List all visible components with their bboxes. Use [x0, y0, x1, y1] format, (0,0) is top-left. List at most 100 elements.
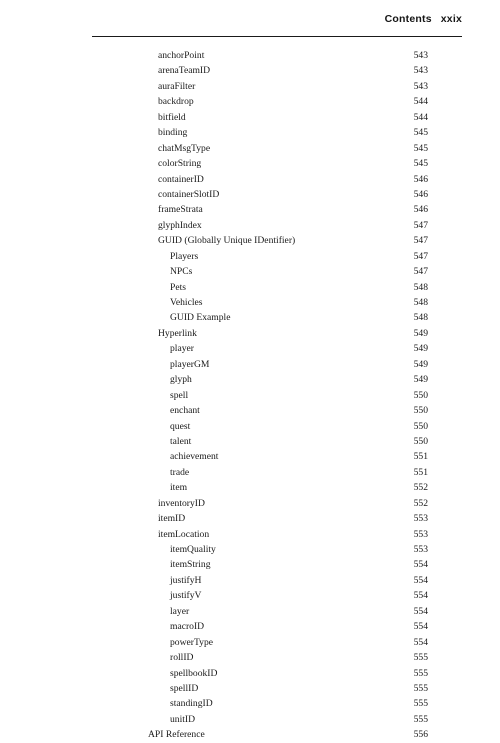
toc-entry-page-number: 555 [413, 682, 428, 694]
toc-entry-page-number: 544 [413, 96, 428, 108]
toc-entry[interactable]: quest 550 [0, 419, 500, 434]
toc-entry-page-number: 552 [413, 497, 428, 509]
toc-entry-title: playerGM [170, 358, 210, 370]
toc-entry[interactable]: Pets 548 [0, 280, 500, 295]
toc-entry-title: Pets [170, 281, 186, 293]
toc-entry[interactable]: standingID 555 [0, 696, 500, 711]
toc-entry-page-number: 554 [413, 574, 428, 586]
toc-entry-title: standingID [170, 698, 213, 710]
toc-entry-title: auraFilter [158, 80, 196, 92]
toc-entry[interactable]: Players 547 [0, 249, 500, 264]
toc-entry-page-number: 555 [413, 667, 428, 679]
toc-entry-page-number: 543 [413, 50, 428, 61]
toc-entry-title: layer [170, 605, 190, 617]
toc-entry[interactable]: Hyperlink 549 [0, 326, 500, 341]
toc-entry[interactable]: powerType 554 [0, 635, 500, 650]
toc-entry[interactable]: glyph 549 [0, 372, 500, 387]
toc-entry-page-number: 553 [413, 528, 428, 540]
toc-entry[interactable]: binding 545 [0, 125, 500, 140]
toc-entry-page-number: 552 [413, 482, 428, 494]
toc-entry-page-number: 549 [413, 327, 428, 339]
toc-entry[interactable]: macroID 554 [0, 619, 500, 634]
toc-entry-title: backdrop [158, 96, 194, 108]
toc-entry-page-number: 551 [413, 451, 428, 463]
toc-entry-page-number: 551 [413, 466, 428, 478]
toc-entry-title: Hyperlink [158, 327, 197, 339]
toc-entry[interactable]: achievement 551 [0, 449, 500, 464]
toc-entry[interactable]: item 552 [0, 480, 500, 495]
toc-entry[interactable]: trade 551 [0, 465, 500, 480]
toc-entry[interactable]: arenaTeamID 543 [0, 63, 500, 78]
toc-entry-title: spellbookID [170, 667, 218, 679]
running-head-label: Contents [384, 13, 432, 25]
toc-entry[interactable]: chatMsgType 545 [0, 141, 500, 156]
toc-entry-page-number: 548 [413, 281, 428, 293]
toc-entry[interactable]: player 549 [0, 341, 500, 356]
toc-entry-title: bitfield [158, 111, 186, 123]
toc-entry-page-number: 550 [413, 435, 428, 447]
toc-entry[interactable]: justifyH 554 [0, 573, 500, 588]
toc-entry-title: powerType [170, 636, 214, 648]
toc-entry[interactable]: Vehicles 548 [0, 295, 500, 310]
toc-entry-title: player [170, 343, 194, 355]
toc-entry[interactable]: enchant 550 [0, 403, 500, 418]
toc-entry-page-number: 554 [413, 636, 428, 648]
header-rule [92, 36, 462, 38]
toc-entry-title: Vehicles [170, 297, 203, 308]
toc-entry-page-number: 547 [413, 250, 428, 262]
toc-entry-title: itemString [170, 559, 211, 571]
toc-entry[interactable]: bitfield 544 [0, 110, 500, 125]
toc-entry[interactable]: itemString 554 [0, 557, 500, 572]
toc-entry[interactable]: inventoryID 552 [0, 496, 500, 511]
toc-entry-page-number: 549 [413, 358, 428, 370]
toc-entry[interactable]: NPCs 547 [0, 264, 500, 279]
toc-entry[interactable]: spell 550 [0, 388, 500, 403]
toc-entry[interactable]: itemQuality 553 [0, 542, 500, 557]
toc-entry-page-number: 555 [413, 698, 428, 710]
toc-entry-page-number: 545 [413, 158, 428, 170]
toc-entry-title: binding [158, 127, 188, 139]
toc-entry[interactable]: talent 550 [0, 434, 500, 449]
toc-entry[interactable]: spellID 555 [0, 681, 500, 696]
toc-entry[interactable]: containerSlotID 546 [0, 187, 500, 202]
toc-entry-title: itemID [158, 513, 186, 525]
toc-entry[interactable]: GUID (Globally Unique IDentifier) 547 [0, 233, 500, 248]
toc-entry-title: talent [170, 435, 192, 447]
toc-entry[interactable]: spellbookID 555 [0, 666, 500, 681]
toc-entry-title: NPCs [170, 266, 193, 278]
toc-entry-page-number: 545 [413, 127, 428, 139]
toc-entry-title: achievement [170, 451, 219, 463]
toc-entry[interactable]: itemID 553 [0, 511, 500, 526]
toc-entry-title: API Reference [148, 729, 205, 741]
toc-entry-title: inventoryID [158, 497, 205, 509]
toc-entry-title: Players [170, 250, 199, 262]
toc-entry[interactable]: glyphIndex 547 [0, 218, 500, 233]
toc-entry[interactable]: API Reference 556 [0, 727, 500, 742]
toc-entry[interactable]: containerID 546 [0, 172, 500, 187]
toc-entry[interactable]: auraFilter 543 [0, 79, 500, 94]
toc-entry-title: GUID Example [170, 312, 231, 324]
toc-entry-page-number: 550 [413, 405, 428, 417]
toc-entry[interactable]: itemLocation 553 [0, 527, 500, 542]
toc-entry-page-number: 544 [413, 111, 428, 123]
toc-entry-title: containerID [158, 173, 204, 185]
toc-entry-page-number: 549 [413, 374, 428, 386]
toc-entry[interactable]: rollID 555 [0, 650, 500, 665]
toc-entry[interactable]: playerGM 549 [0, 357, 500, 372]
toc-entry-page-number: 554 [413, 621, 428, 633]
toc-entry[interactable]: GUID Example 548 [0, 310, 500, 325]
toc-entry-page-number: 556 [413, 729, 428, 741]
toc-entry[interactable]: layer 554 [0, 604, 500, 619]
toc-entry[interactable]: unitID 555 [0, 712, 500, 727]
toc-entry[interactable]: justifyV 554 [0, 588, 500, 603]
toc-entry-page-number: 547 [413, 266, 428, 278]
toc-entry-page-number: 543 [413, 80, 428, 92]
toc-entry-title: spell [170, 389, 189, 401]
toc-entry[interactable]: anchorPoint 543 [0, 48, 500, 63]
toc-entry[interactable]: backdrop 544 [0, 94, 500, 109]
toc-entry[interactable]: frameStrata 546 [0, 202, 500, 217]
toc-entry-title: frameStrata [158, 204, 203, 216]
toc-entry[interactable]: colorString 545 [0, 156, 500, 171]
toc-entry-title: itemQuality [170, 544, 216, 555]
toc-entry-page-number: 546 [413, 204, 428, 216]
